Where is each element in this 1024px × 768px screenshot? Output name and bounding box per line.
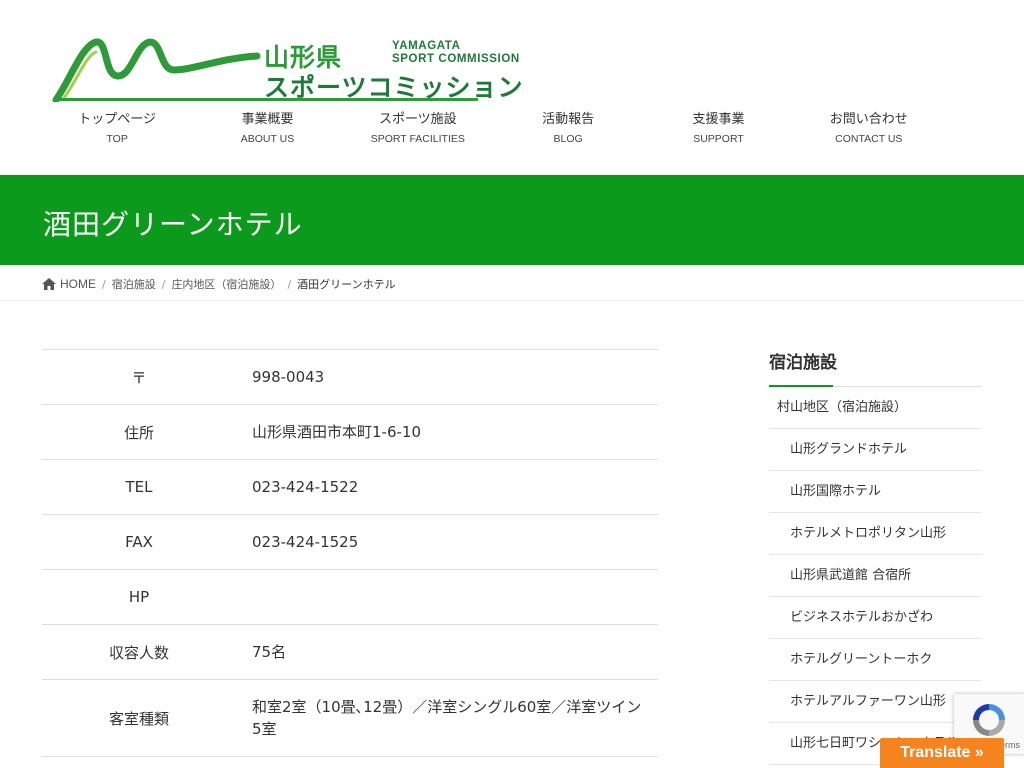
breadcrumb-separator: / (102, 277, 106, 291)
logo-underline (56, 98, 478, 101)
breadcrumb-home[interactable]: HOME (42, 277, 96, 291)
nav-label-en: CONTACT US (835, 133, 903, 145)
sidebar-item-yamagata-kokusai-hotel[interactable]: 山形国際ホテル (769, 471, 982, 513)
page-title: 酒田グリーンホテル (43, 208, 303, 241)
nav-item-support[interactable]: 支援事業 SUPPORT (643, 110, 793, 150)
sidebar-item-yamagata-grand-hotel[interactable]: 山形グランドホテル (769, 429, 982, 471)
sidebar-item-budokan[interactable]: 山形県武道館 合宿所 (769, 555, 982, 597)
breadcrumb: HOME / 宿泊施設 / 庄内地区（宿泊施設） / 酒田グリーンホテル (0, 265, 1024, 301)
row-value-capacity: 75名 (252, 643, 287, 661)
global-nav: トップページ TOP 事業概要 ABOUT US スポーツ施設 SPORT FA… (42, 110, 944, 150)
logo-swoosh-icon (52, 38, 261, 102)
translate-button[interactable]: Translate » (880, 738, 1004, 768)
nav-label-jp: トップページ (78, 112, 157, 127)
table-row: 〒 998-0043 (42, 349, 658, 405)
nav-label-jp: お問い合わせ (829, 112, 908, 127)
logo-english: YAMAGATA SPORT COMMISSION (392, 40, 520, 66)
row-value-address: 山形県酒田市本町1-6-10 (252, 423, 421, 441)
row-label-room-types: 客室種類 (108, 709, 169, 728)
breadcrumb-separator: / (287, 277, 292, 291)
table-row: 客室種類 和室2室（10畳､12畳）／洋室シングル60室／洋室ツイン5室 (42, 679, 658, 757)
row-label-capacity: 収容人数 (108, 643, 169, 662)
site-header: 山形県 YAMAGATA SPORT COMMISSION スポーツコミッション… (0, 0, 1024, 175)
breadcrumb-item-lodging[interactable]: 宿泊施設 (112, 276, 156, 292)
row-label-address: 住所 (123, 423, 154, 442)
row-label-tel: TEL (125, 478, 153, 496)
sidebar-item-alpha-one[interactable]: ホテルアルファーワン山形 (769, 681, 982, 723)
nav-item-contact[interactable]: お問い合わせ CONTACT US (794, 110, 944, 150)
hotel-info-table: 〒 998-0043 住所 山形県酒田市本町1-6-10 TEL 023-424… (42, 349, 658, 757)
breadcrumb-current: 酒田グリーンホテル (297, 278, 396, 291)
breadcrumb-home-label: HOME (60, 277, 96, 291)
table-row: FAX 023-424-1525 (42, 514, 658, 570)
nav-label-en: BLOG (553, 133, 583, 145)
nav-label-en: SUPPORT (693, 133, 744, 145)
logo-english-line2: SPORT COMMISSION (392, 53, 520, 65)
table-row: TEL 023-424-1522 (42, 459, 658, 515)
sidebar-item-okazawa[interactable]: ビジネスホテルおかざわ (769, 597, 982, 639)
nav-item-facilities[interactable]: スポーツ施設 SPORT FACILITIES (343, 110, 493, 150)
sidebar: 宿泊施設 村山地区（宿泊施設） 山形グランドホテル 山形国際ホテル ホテルメトロ… (769, 348, 982, 765)
table-row: 収容人数 75名 (42, 624, 658, 680)
sidebar-item-metropolitan[interactable]: ホテルメトロポリタン山形 (769, 513, 982, 555)
logo-english-line1: YAMAGATA (392, 40, 461, 52)
row-label-hp: HP (128, 588, 150, 606)
row-label-postal: 〒 (131, 368, 147, 387)
nav-item-blog[interactable]: 活動報告 BLOG (493, 110, 643, 150)
nav-item-about[interactable]: 事業概要 ABOUT US (192, 110, 342, 150)
nav-label-jp: 事業概要 (241, 112, 294, 127)
row-value-room-types: 和室2室（10畳､12畳）／洋室シングル60室／洋室ツイン5室 (252, 698, 642, 738)
row-value-postal: 998-0043 (252, 368, 325, 386)
nav-label-jp: スポーツ施設 (378, 112, 457, 127)
site-logo[interactable]: 山形県 YAMAGATA SPORT COMMISSION スポーツコミッション (52, 36, 523, 106)
sidebar-item-green-tohoku[interactable]: ホテルグリーントーホク (769, 639, 982, 681)
sidebar-title: 宿泊施設 (769, 348, 982, 387)
nav-label-en: TOP (106, 133, 128, 145)
nav-label-jp: 支援事業 (692, 112, 745, 127)
breadcrumb-item-shonai[interactable]: 庄内地区（宿泊施設） (171, 276, 281, 292)
breadcrumb-separator: / (161, 277, 166, 291)
home-icon (42, 278, 56, 290)
table-row: 住所 山形県酒田市本町1-6-10 (42, 404, 658, 460)
recaptcha-icon (973, 704, 1005, 736)
nav-label-en: ABOUT US (240, 133, 295, 145)
table-row: HP (42, 569, 658, 625)
page-title-band: 酒田グリーンホテル (0, 175, 1024, 265)
row-value-fax: 023-424-1525 (252, 533, 359, 551)
row-label-fax: FAX (125, 533, 153, 551)
sidebar-list: 村山地区（宿泊施設） 山形グランドホテル 山形国際ホテル ホテルメトロポリタン山… (769, 387, 982, 765)
nav-label-jp: 活動報告 (542, 112, 595, 127)
breadcrumb-inner: HOME / 宿泊施設 / 庄内地区（宿泊施設） / 酒田グリーンホテル (42, 276, 396, 292)
nav-label-en: SPORT FACILITIES (370, 133, 465, 145)
sidebar-item-murayama[interactable]: 村山地区（宿泊施設） (769, 387, 982, 429)
row-value-hp (236, 570, 658, 625)
nav-item-top[interactable]: トップページ TOP (42, 110, 192, 150)
row-value-tel: 023-424-1522 (252, 478, 359, 496)
